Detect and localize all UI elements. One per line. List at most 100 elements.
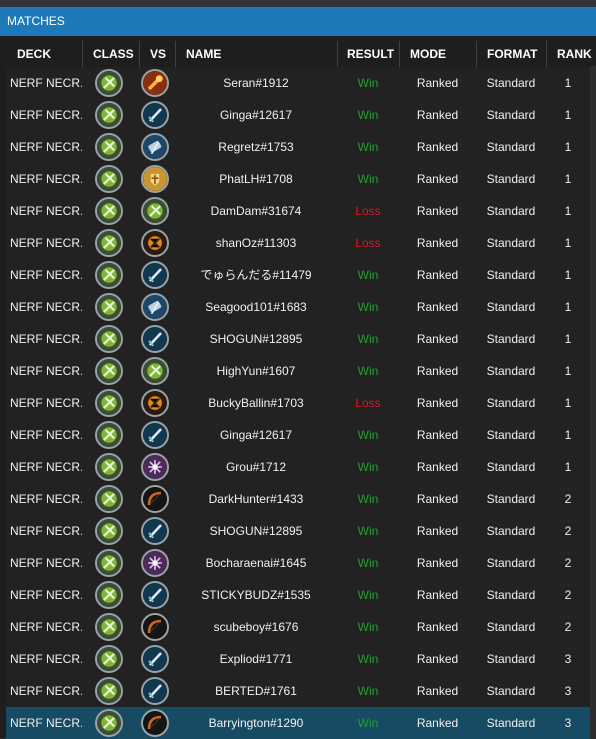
format-cell: Standard [486,236,536,250]
opponent-name-cell: BERTED#1761 [215,684,297,698]
table-row[interactable]: NERF NECR... でゅらんだる#11479 Win Ranked Standar… [6,259,590,291]
rank-cell: 2 [564,620,572,634]
rank-cell: 1 [564,204,572,218]
column-header-vs[interactable]: VS [139,41,175,67]
rank-cell: 3 [564,716,572,730]
result-cell: Win [357,108,379,122]
death-knight-icon [95,645,123,673]
result-cell: Win [357,332,379,346]
death-knight-icon [95,325,123,353]
format-cell: Standard [486,524,536,538]
deck-cell: NERF NECR... [10,492,82,506]
mode-cell: Ranked [416,428,459,442]
format-cell: Standard [486,300,536,314]
rank-cell: 1 [564,332,572,346]
table-row[interactable]: NERF NECR... scubeboy#1676 Win Ranked Standa… [6,611,590,643]
column-header-result[interactable]: RESULT [337,41,399,67]
format-cell: Standard [486,396,536,410]
opponent-name-cell: Expliod#1771 [219,652,293,666]
table-row[interactable]: NERF NECR... PhatLH#1708 Win Ranked Standard… [6,163,590,195]
table-row[interactable]: NERF NECR... BERTED#1761 Win Ranked Standard… [6,675,590,707]
rank-cell: 2 [564,492,572,506]
format-cell: Standard [486,716,536,730]
priest-icon [141,453,169,481]
bow-icon [141,709,169,737]
result-cell: Win [357,620,379,634]
column-header-class[interactable]: CLASS [82,41,139,67]
column-header-rank[interactable]: RANK [546,41,596,67]
table-row[interactable]: NERF NECR... HighYun#1607 Win Ranked Standar… [6,355,590,387]
opponent-name-cell: SHOGUN#12895 [209,332,303,346]
deck-cell: NERF NECR... [10,140,82,154]
window-top-strip [0,0,596,7]
opponent-name-cell: Seagood101#1683 [205,300,307,314]
format-cell: Standard [486,204,536,218]
format-cell: Standard [486,268,536,282]
result-cell: Win [357,428,379,442]
rank-cell: 2 [564,524,572,538]
table-row[interactable]: NERF NECR... Ginga#12617 Win Ranked Standard… [6,99,590,131]
column-header-name[interactable]: NAME [175,41,337,67]
mode-cell: Ranked [416,268,459,282]
mode-cell: Ranked [416,204,459,218]
rank-cell: 1 [564,268,572,282]
column-header-mode[interactable]: MODE [399,41,476,67]
mode-cell: Ranked [416,620,459,634]
table-row[interactable]: NERF NECR... SHOGUN#12895 Win Ranked Standar… [6,323,590,355]
result-cell: Win [357,268,379,282]
death-knight-icon [95,101,123,129]
format-cell: Standard [486,652,536,666]
paladin-icon [141,165,169,193]
table-row[interactable]: NERF NECR... Expliod#1771 Win Ranked Standar… [6,643,590,675]
result-cell: Win [357,364,379,378]
table-row[interactable]: NERF NECR... Bocharaenai#1645 Win Ranked Sta… [6,547,590,579]
table-row[interactable]: NERF NECR... shanOz#11303 Loss Ranked Standa… [6,227,590,259]
mode-cell: Ranked [416,556,459,570]
format-cell: Standard [486,108,536,122]
table-row[interactable]: NERF NECR... DarkHunter#1433 Win Ranked Stan… [6,483,590,515]
rank-cell: 1 [564,172,572,186]
rank-cell: 3 [564,652,572,666]
opponent-name-cell: Ginga#12617 [219,108,293,122]
death-knight-icon [95,613,123,641]
deck-cell: NERF NECR... [10,556,82,570]
death-knight-icon [95,581,123,609]
hammer-icon [141,133,169,161]
deck-cell: NERF NECR... [10,460,82,474]
deck-cell: NERF NECR... [10,364,82,378]
table-row[interactable]: NERF NECR... Grou#1712 Win Ranked Standard 1 [6,451,590,483]
deck-cell: NERF NECR... [10,236,82,250]
sword-icon [141,261,169,289]
mode-cell: Ranked [416,716,459,730]
table-row[interactable]: NERF NECR... Seagood101#1683 Win Ranked Stan… [6,291,590,323]
fire-mage-icon [141,69,169,97]
rank-cell: 1 [564,428,572,442]
table-row[interactable]: NERF NECR... STICKYBUDZ#1535 Win Ranked Stan… [6,579,590,611]
result-cell: Win [357,684,379,698]
scrollbar[interactable] [590,66,596,738]
table-row[interactable]: NERF NECR... Seran#1912 Win Ranked Standard 1 [6,67,590,99]
column-header-deck[interactable]: DECK [0,41,82,67]
result-cell: Win [357,300,379,314]
death-knight-icon [95,261,123,289]
deck-cell: NERF NECR... [10,588,82,602]
rank-cell: 1 [564,236,572,250]
mode-cell: Ranked [416,492,459,506]
bow-icon [141,613,169,641]
format-cell: Standard [486,140,536,154]
table-row[interactable]: NERF NECR... BuckyBallin#1703 Loss Ranked St… [6,387,590,419]
mode-cell: Ranked [416,396,459,410]
rank-cell: 1 [564,364,572,378]
table-row[interactable]: NERF NECR... Ginga#12617 Win Ranked Standard… [6,419,590,451]
table-row[interactable]: NERF NECR... Regretz#1753 Win Ranked Standar… [6,131,590,163]
table-row[interactable]: NERF NECR... SHOGUN#12895 Win Ranked Standar… [6,515,590,547]
death-knight-icon [95,517,123,545]
death-knight-icon [95,485,123,513]
opponent-name-cell: Regretz#1753 [218,140,294,154]
mode-cell: Ranked [416,108,459,122]
mode-cell: Ranked [416,524,459,538]
column-header-format[interactable]: FORMAT [476,41,546,67]
opponent-name-cell: でゅらんだる#11479 [200,268,312,282]
table-row-selected[interactable]: NERF NECR... Barryington#1290 Win Ranked Sta… [6,707,590,739]
table-row[interactable]: NERF NECR... DamDam#31674 Loss Ranked Standa… [6,195,590,227]
